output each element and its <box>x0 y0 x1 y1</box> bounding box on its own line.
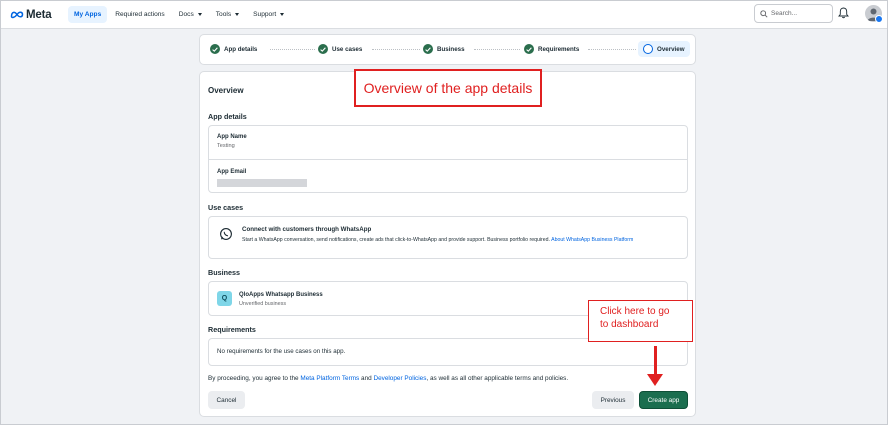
business-name: QloApps Whatsapp Business <box>239 292 323 298</box>
step-app-details[interactable]: App details <box>210 44 257 54</box>
nav-my-apps[interactable]: My Apps <box>68 6 108 23</box>
overview-annotation: Overview of the app details <box>354 69 542 107</box>
main-nav: My Apps Required actions Docs Tools Supp… <box>68 6 292 23</box>
chevron-down-icon <box>235 13 240 16</box>
check-circle-icon <box>210 44 220 54</box>
arrow-down-icon <box>647 374 663 386</box>
app-name-value: Testing <box>217 143 235 149</box>
nav-label: Tools <box>215 11 232 18</box>
business-heading: Business <box>208 268 240 277</box>
step-connector <box>372 49 420 50</box>
nav-tools[interactable]: Tools <box>210 6 245 23</box>
nav-label: Docs <box>178 11 194 18</box>
app-details-box: App Name Testing App Email <box>208 125 688 193</box>
dashboard-annotation: Click here to go to dashboard <box>588 300 693 342</box>
redacted-email <box>217 179 307 187</box>
step-label: Use cases <box>332 45 363 53</box>
step-use-cases[interactable]: Use cases <box>318 44 362 54</box>
requirements-heading: Requirements <box>208 325 256 334</box>
requirements-box: No requirements for the use cases on thi… <box>208 338 688 366</box>
use-case-text: Start a WhatsApp conversation, send noti… <box>242 237 550 243</box>
developer-policies-link[interactable]: Developer Policies <box>373 375 426 382</box>
notification-bell-icon[interactable] <box>838 7 849 19</box>
overview-card: Overview App details App Name Testing Ap… <box>199 71 696 417</box>
terms-notice: By proceeding, you agree to the Meta Pla… <box>208 375 568 382</box>
meta-logo[interactable]: Meta <box>10 9 62 21</box>
step-label: App details <box>224 45 258 53</box>
step-label: Business <box>437 45 465 53</box>
nav-label: Support <box>253 11 277 18</box>
check-circle-icon <box>423 44 433 54</box>
nav-support[interactable]: Support <box>247 6 290 23</box>
cancel-button[interactable]: Cancel <box>208 391 245 409</box>
whatsapp-icon <box>220 228 232 240</box>
use-case-box: Connect with customers through WhatsApp … <box>208 216 688 259</box>
search-icon <box>760 9 768 18</box>
step-business[interactable]: Business <box>423 44 465 54</box>
previous-button[interactable]: Previous <box>592 391 634 409</box>
search-input[interactable] <box>771 10 829 17</box>
check-circle-icon <box>318 44 328 54</box>
use-cases-heading: Use cases <box>208 203 244 212</box>
arrow-shaft <box>654 346 657 376</box>
nav-label: My Apps <box>74 11 102 18</box>
divider <box>209 159 687 160</box>
terms-text: By proceeding, you agree to the <box>208 375 299 382</box>
app-details-heading: App details <box>208 112 247 121</box>
platform-terms-link[interactable]: Meta Platform Terms <box>300 375 359 382</box>
meta-infinity-icon <box>10 11 24 19</box>
annotation-line: to dashboard <box>600 318 659 330</box>
page-title: Overview <box>208 86 244 95</box>
step-requirements[interactable]: Requirements <box>524 44 579 54</box>
use-case-description: Start a WhatsApp conversation, send noti… <box>242 236 682 244</box>
app-email-label: App Email <box>217 169 247 175</box>
business-logo-icon: Q <box>217 291 232 306</box>
nav-label: Required actions <box>115 11 165 18</box>
search-box[interactable] <box>754 4 833 23</box>
terms-text: , as well as all other applicable terms … <box>426 375 569 382</box>
chevron-down-icon <box>197 13 202 16</box>
create-app-button[interactable]: Create app <box>639 391 688 409</box>
nav-docs[interactable]: Docs <box>173 6 208 23</box>
business-status: Unverified business <box>239 301 287 307</box>
terms-text: and <box>361 375 372 382</box>
step-connector <box>474 49 520 50</box>
chevron-down-icon <box>280 13 285 16</box>
requirements-text: No requirements for the use cases on thi… <box>217 348 346 355</box>
step-label: Requirements <box>538 45 580 53</box>
step-overview[interactable]: Overview <box>638 41 690 57</box>
facebook-badge-icon <box>875 15 883 23</box>
empty-circle-icon <box>643 44 653 54</box>
step-connector <box>588 49 636 50</box>
check-circle-icon <box>524 44 534 54</box>
nav-required-actions[interactable]: Required actions <box>109 6 170 23</box>
annotation-line: Click here to go <box>600 306 670 317</box>
progress-stepper: App details Use cases Business Requireme… <box>199 34 696 65</box>
use-case-title: Connect with customers through WhatsApp <box>242 226 372 233</box>
about-whatsapp-link[interactable]: About WhatsApp Business Platform <box>551 237 633 243</box>
app-name-label: App Name <box>217 134 247 140</box>
logo-text: Meta <box>26 8 52 21</box>
step-connector <box>270 49 315 50</box>
step-label: Overview <box>657 45 685 53</box>
